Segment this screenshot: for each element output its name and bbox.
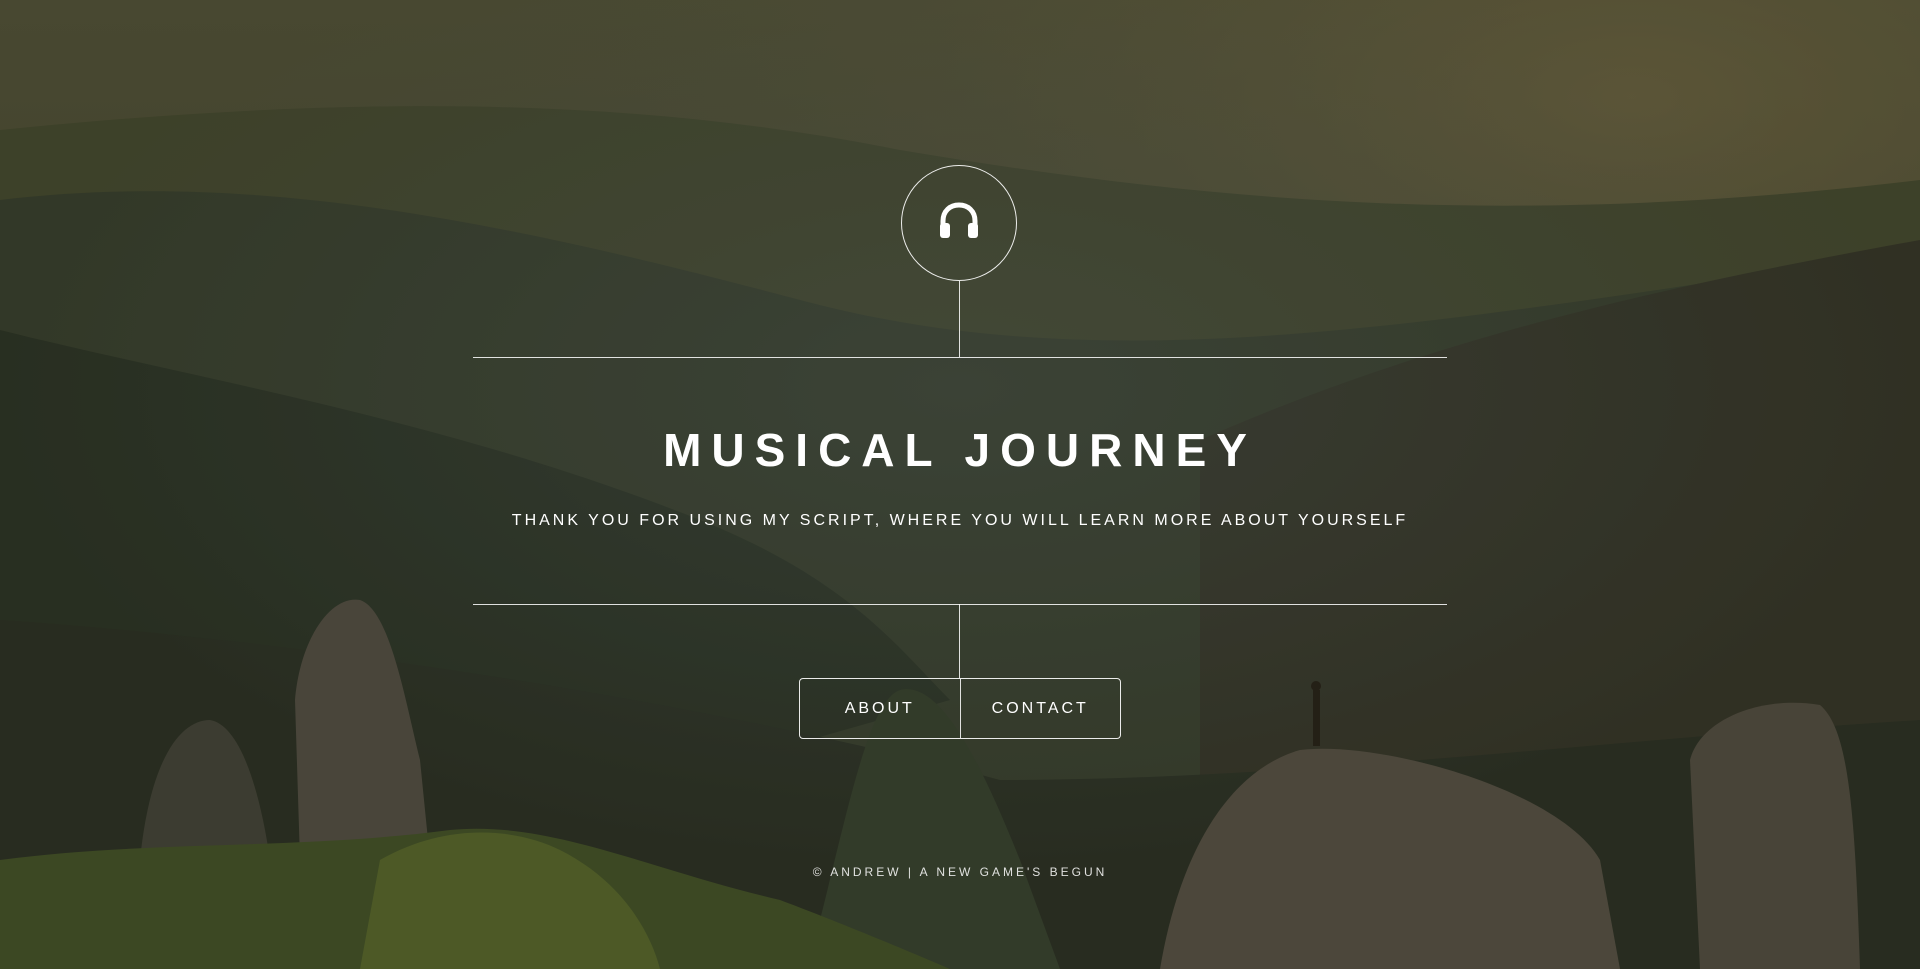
main-nav: ABOUT CONTACT bbox=[799, 678, 1121, 739]
footer-credit: © ANDREW | A NEW GAME'S BEGUN bbox=[812, 865, 1108, 879]
hero-content: MUSICAL JOURNEY THANK YOU FOR USING MY S… bbox=[0, 0, 1920, 969]
contact-link[interactable]: CONTACT bbox=[961, 679, 1121, 738]
headphones-icon bbox=[937, 201, 981, 246]
connector-line-bottom bbox=[959, 604, 960, 678]
divider-line-bottom bbox=[473, 604, 1447, 605]
page-title: MUSICAL JOURNEY bbox=[663, 424, 1257, 476]
about-link[interactable]: ABOUT bbox=[800, 679, 960, 738]
page-subtitle: THANK YOU FOR USING MY SCRIPT, WHERE YOU… bbox=[511, 512, 1409, 529]
background-scene: MUSICAL JOURNEY THANK YOU FOR USING MY S… bbox=[0, 0, 1920, 969]
logo-circle bbox=[901, 165, 1017, 281]
divider-line-top bbox=[473, 357, 1447, 358]
connector-line-top bbox=[959, 281, 960, 357]
